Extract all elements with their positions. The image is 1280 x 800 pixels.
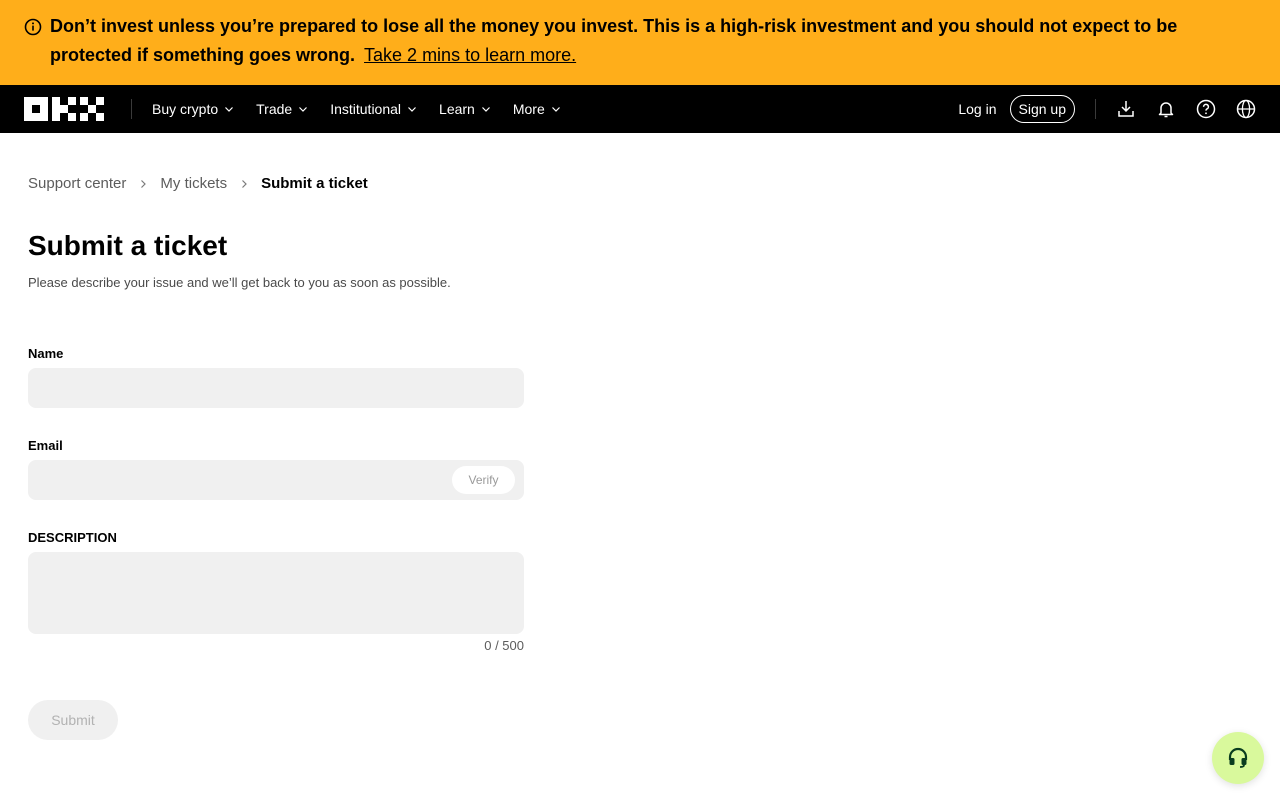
nav-item-institutional[interactable]: Institutional [330, 101, 417, 117]
page-subtitle: Please describe your issue and we’ll get… [28, 275, 451, 290]
character-counter: 0 / 500 [484, 638, 524, 653]
log-in-link[interactable]: Log in [958, 101, 996, 117]
nav-item-label: Learn [439, 101, 475, 117]
learn-more-link[interactable]: Take 2 mins to learn more. [364, 45, 576, 65]
nav-divider [1095, 99, 1096, 119]
submit-button[interactable]: Submit [28, 700, 118, 740]
nav-item-label: Trade [256, 101, 293, 117]
chevron-down-icon [408, 107, 416, 112]
page-title: Submit a ticket [28, 230, 228, 261]
chevron-down-icon [299, 107, 308, 112]
customer-support-button[interactable] [1212, 732, 1264, 784]
nav-right: Log in Sign up [958, 95, 1256, 123]
nav-item-buy-crypto[interactable]: Buy crypto [152, 101, 234, 117]
risk-warning-banner: Don’t invest unless you’re prepared to l… [0, 0, 1280, 85]
help-icon[interactable] [1196, 99, 1216, 119]
okx-logo[interactable] [24, 97, 104, 121]
chevron-right-icon [242, 179, 247, 188]
email-label: Email [28, 438, 63, 453]
chevron-right-icon [141, 179, 147, 188]
description-textarea[interactable] [28, 552, 524, 634]
nav-item-learn[interactable]: Learn [439, 101, 491, 117]
nav-item-label: Buy crypto [152, 101, 219, 117]
nav-divider [131, 99, 132, 119]
breadcrumb-support-center[interactable]: Support center [28, 175, 126, 192]
nav-item-label: Institutional [330, 101, 402, 117]
chevron-down-icon [551, 107, 560, 112]
verify-button[interactable]: Verify [452, 466, 515, 494]
headset-icon [1228, 747, 1248, 768]
bell-icon[interactable] [1156, 99, 1176, 119]
breadcrumb-my-tickets[interactable]: My tickets [160, 175, 227, 192]
globe-icon[interactable] [1236, 99, 1256, 119]
nav-menu: Buy crypto Trade Institutional Learn Mor… [152, 101, 583, 117]
banner-message: Don’t invest unless you’re prepared to l… [50, 16, 1178, 65]
banner-text: Don’t invest unless you’re prepared to l… [50, 12, 1252, 85]
sign-up-button[interactable]: Sign up [1009, 95, 1075, 123]
download-icon[interactable] [1116, 99, 1136, 119]
breadcrumb: Support center My tickets Submit a ticke… [28, 175, 368, 192]
breadcrumb-submit-a-ticket: Submit a ticket [261, 175, 368, 192]
nav-item-trade[interactable]: Trade [256, 101, 308, 117]
info-circle-icon [24, 18, 42, 36]
chevron-down-icon [225, 107, 234, 112]
description-label: DESCRIPTION [28, 530, 117, 545]
name-label: Name [28, 346, 64, 361]
email-input[interactable] [28, 460, 524, 500]
name-input[interactable] [28, 368, 524, 408]
nav-item-more[interactable]: More [513, 101, 561, 117]
nav-item-label: More [512, 101, 545, 117]
top-nav: Buy crypto Trade Institutional Learn Mor… [0, 85, 1280, 133]
chevron-down-icon [481, 107, 490, 112]
